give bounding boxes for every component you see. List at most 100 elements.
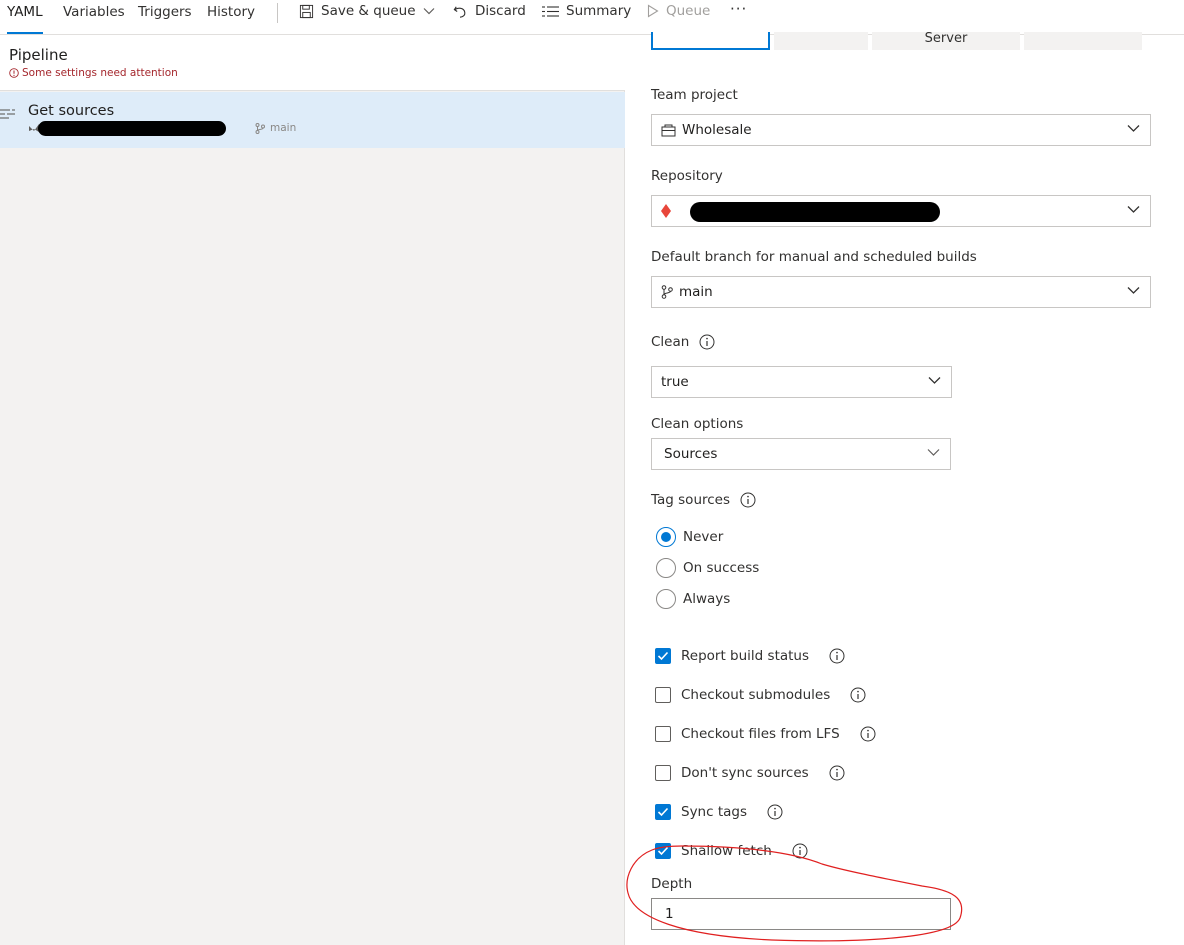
save-queue-button[interactable]: Save & queue [299,2,435,20]
info-icon[interactable] [699,334,715,350]
chevron-down-icon [928,377,941,384]
check-checkout-submodules[interactable]: Checkout submodules [655,687,866,703]
tag-option-label: Never [683,529,724,545]
default-branch-label: Default branch for manual and scheduled … [651,249,977,265]
repository-label-text: Repository [651,168,723,184]
default-branch-label-text: Default branch for manual and scheduled … [651,249,977,265]
clean-value: true [661,374,689,390]
queue-button[interactable]: Queue [647,2,710,20]
tag-option-label: On success [683,560,760,576]
repository-label: Repository [651,168,723,184]
checkbox[interactable] [655,687,671,703]
pipeline-warning-text: Some settings need attention [22,67,178,79]
discard-button[interactable]: Discard [452,2,526,20]
tab-history[interactable]: History [207,3,255,31]
agent-tab-server[interactable]: Server [872,32,1020,50]
default-branch-dropdown[interactable]: main [651,276,1151,308]
clean-options-label: Clean options [651,416,743,432]
checkbox[interactable] [655,765,671,781]
git-icon [661,204,671,218]
agent-tab-1[interactable] [651,32,770,50]
checkmark-icon [657,651,669,661]
check-sync-tags[interactable]: Sync tags [655,804,783,820]
save-queue-label: Save & queue [321,3,416,19]
pipeline-warning: Some settings need attention [9,67,178,79]
tag-option-label: Always [683,591,731,607]
check-checkout-lfs[interactable]: Checkout files from LFS [655,726,876,742]
branch-icon [661,285,673,299]
info-icon[interactable] [740,492,756,508]
left-panel: Pipeline Some settings need attention Ge… [0,36,625,945]
info-icon[interactable] [829,648,845,664]
branch-icon [255,122,265,134]
info-icon[interactable] [860,726,876,742]
tag-sources-label-text: Tag sources [651,492,731,508]
clean-options-dropdown[interactable]: Sources [651,438,951,470]
info-icon[interactable] [792,843,808,859]
get-sources-row[interactable]: Get sources main [0,92,625,148]
warning-icon [9,68,19,78]
radio-button[interactable] [656,589,676,609]
pipeline-title: Pipeline [9,46,68,64]
info-icon[interactable] [829,765,845,781]
get-sources-title: Get sources [28,103,115,119]
depth-label-text: Depth [651,876,693,892]
check-shallow-fetch[interactable]: Shallow fetch [655,843,808,859]
checkbox[interactable] [655,804,671,820]
clean-options-value: Sources [664,446,718,462]
clean-label: Clean [651,334,715,350]
check-label: Checkout files from LFS [681,726,840,742]
sources-list-icon [0,109,15,119]
queue-label: Queue [666,3,711,19]
tab-yaml[interactable]: YAML [7,3,43,34]
project-icon [661,124,676,137]
agent-tab-2[interactable] [774,32,868,50]
discard-label: Discard [475,3,526,19]
right-panel: Server Team project Wholesale Repository… [626,32,1184,945]
radio-button[interactable] [656,558,676,578]
source-branch-label: main [270,122,297,134]
check-label: Don't sync sources [681,765,809,781]
team-project-dropdown[interactable]: Wholesale [651,114,1151,146]
chevron-down-icon [1127,125,1140,132]
save-icon [299,4,314,18]
agent-tab-4[interactable] [1024,32,1142,50]
play-icon [647,4,659,18]
depth-input[interactable]: 1 [651,898,951,930]
clean-dropdown[interactable]: true [651,366,952,398]
tab-triggers[interactable]: Triggers [138,3,192,31]
info-icon[interactable] [850,687,866,703]
clean-options-label-text: Clean options [651,416,744,432]
repository-dropdown[interactable] [651,195,1151,227]
more-actions-button[interactable]: ··· [730,0,747,18]
pipeline-header[interactable]: Pipeline Some settings need attention [0,36,625,91]
info-icon[interactable] [767,804,783,820]
checkbox[interactable] [655,843,671,859]
radio-button[interactable] [656,527,676,547]
team-project-label-text: Team project [651,87,738,103]
team-project-label: Team project [651,87,738,103]
undo-icon [453,6,466,18]
chevron-down-icon [927,449,940,456]
chevron-down-icon [1127,206,1140,213]
check-label: Sync tags [681,804,747,820]
chevron-down-icon [423,8,434,15]
tag-option-never[interactable]: Never [656,527,723,547]
check-label: Report build status [681,648,810,664]
checkbox[interactable] [655,726,671,742]
tab-variables[interactable]: Variables [63,3,125,31]
default-branch-value: main [679,284,713,300]
redacted-repo-name [38,121,226,136]
summary-button[interactable]: Summary [542,2,631,20]
check-label: Checkout submodules [681,687,831,703]
checkmark-icon [657,846,669,856]
list-icon [542,5,559,17]
team-project-value: Wholesale [682,122,752,138]
tag-option-on-success[interactable]: On success [656,558,759,578]
check-report-build-status[interactable]: Report build status [655,648,845,664]
check-dont-sync-sources[interactable]: Don't sync sources [655,765,845,781]
checkbox[interactable] [655,648,671,664]
checkmark-icon [657,807,669,817]
tag-option-always[interactable]: Always [656,589,730,609]
source-branch: main [255,122,296,134]
